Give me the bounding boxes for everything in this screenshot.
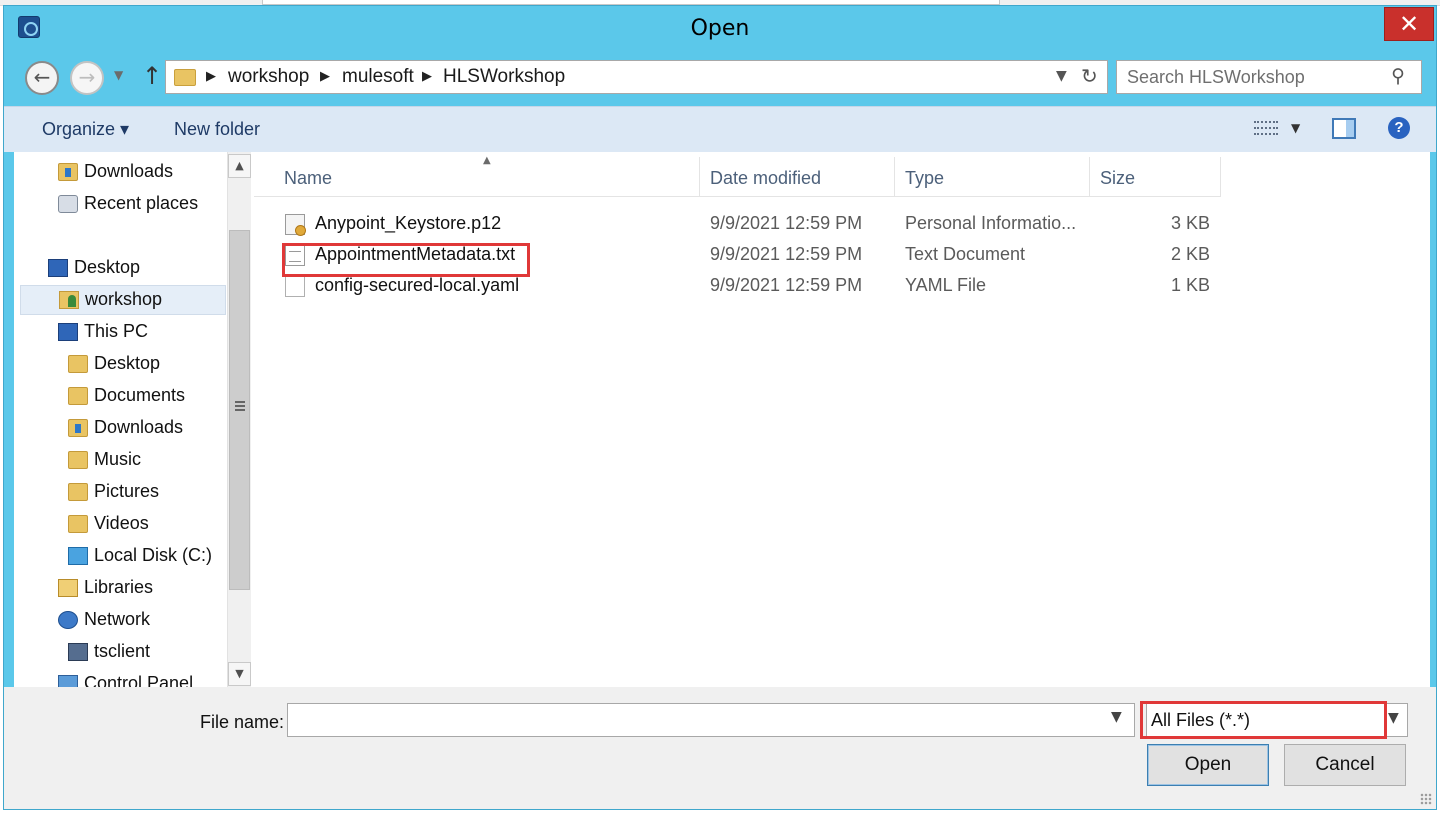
file-name-label: File name: xyxy=(200,712,285,732)
file-type: YAML File xyxy=(905,275,987,295)
desktop-icon xyxy=(48,259,68,277)
file-date: 9/9/2021 12:59 PM xyxy=(710,213,863,233)
nav-item-control-panel[interactable]: Control Panel xyxy=(54,670,224,687)
folder-icon xyxy=(68,355,88,373)
breadcrumb-workshop[interactable]: workshop xyxy=(228,66,309,88)
nav-item-this-pc[interactable]: This PC xyxy=(54,318,224,348)
column-headers: ▲ Name Date modified Type Size xyxy=(254,155,1221,197)
forward-button[interactable]: → xyxy=(70,61,104,95)
cancel-button[interactable]: Cancel xyxy=(1284,744,1406,786)
breadcrumb-separator-icon[interactable]: ▶ xyxy=(320,69,330,84)
search-placeholder: Search HLSWorkshop xyxy=(1127,67,1305,87)
downloads-folder-icon xyxy=(58,163,78,181)
nav-item-workshop[interactable]: workshop xyxy=(20,285,226,315)
view-options-icon[interactable] xyxy=(1254,118,1278,140)
column-header-size[interactable]: Size xyxy=(1090,157,1221,197)
folder-icon xyxy=(174,69,196,86)
yaml-file-icon xyxy=(285,276,305,297)
nav-item-pictures[interactable]: Pictures xyxy=(64,478,224,508)
nav-item-desktop[interactable]: Desktop xyxy=(64,350,224,380)
computer-icon xyxy=(58,323,78,341)
open-dialog: Open ✕ ← → ▼ ↑ ▶ workshop ▶ mulesoft ▶ H… xyxy=(3,5,1437,810)
control-panel-icon xyxy=(58,675,78,687)
highlight-box-filename xyxy=(282,243,530,277)
nav-item-documents[interactable]: Documents xyxy=(64,382,224,412)
libraries-icon xyxy=(58,579,78,597)
nav-item-local-disk[interactable]: Local Disk (C:) xyxy=(64,542,224,572)
view-dropdown-icon[interactable]: ▼ xyxy=(1291,121,1300,135)
file-date: 9/9/2021 12:59 PM xyxy=(710,244,863,264)
videos-folder-icon xyxy=(68,515,88,533)
open-button[interactable]: Open xyxy=(1147,744,1269,786)
nav-item-network[interactable]: Network xyxy=(54,606,224,636)
highlight-box-filetype xyxy=(1140,701,1387,739)
nav-item-libraries[interactable]: Libraries xyxy=(54,574,224,604)
file-row[interactable]: Anypoint_Keystore.p12 9/9/2021 12:59 PM … xyxy=(254,209,1221,239)
column-header-date[interactable]: Date modified xyxy=(700,157,895,197)
content-area: Downloads Recent places Desktop workshop… xyxy=(14,152,1430,687)
nav-scrollbar[interactable]: ▲ ▼ xyxy=(227,152,251,687)
nav-item-music[interactable]: Music xyxy=(64,446,224,476)
nav-item-tsclient[interactable]: tsclient xyxy=(64,638,224,668)
up-button[interactable]: ↑ xyxy=(142,62,162,90)
user-folder-icon xyxy=(59,291,79,309)
file-name: Anypoint_Keystore.p12 xyxy=(315,213,502,233)
file-list: ▲ Name Date modified Type Size Anypoint_… xyxy=(254,152,1430,687)
address-dropdown-icon[interactable]: ▼ xyxy=(1056,68,1067,84)
nav-item-desktop-root[interactable]: Desktop xyxy=(44,254,224,284)
help-icon[interactable]: ? xyxy=(1388,117,1410,139)
recent-places-icon xyxy=(58,195,78,213)
tsclient-icon xyxy=(68,643,88,661)
network-icon xyxy=(58,611,78,629)
file-size: 2 KB xyxy=(1170,244,1210,264)
file-name-dropdown-icon[interactable]: ▼ xyxy=(1111,709,1122,725)
folder-icon xyxy=(68,387,88,405)
title-bar: Open ✕ xyxy=(4,6,1436,48)
music-folder-icon xyxy=(68,451,88,469)
file-type: Text Document xyxy=(905,244,1026,264)
file-date: 9/9/2021 12:59 PM xyxy=(710,275,863,295)
address-bar[interactable]: ▶ workshop ▶ mulesoft ▶ HLSWorkshop ▼ ↻ xyxy=(165,60,1108,94)
preview-pane-icon[interactable] xyxy=(1332,118,1356,139)
breadcrumb-separator-icon[interactable]: ▶ xyxy=(422,69,432,84)
search-input[interactable]: Search HLSWorkshop ⚲ xyxy=(1116,60,1422,94)
breadcrumb-hlsworkshop[interactable]: HLSWorkshop xyxy=(443,66,565,88)
nav-item-downloads-quick[interactable]: Downloads xyxy=(54,158,224,188)
file-name: config-secured-local.yaml xyxy=(315,275,520,295)
column-header-name[interactable]: Name xyxy=(254,157,700,197)
command-toolbar: Organize ▾ New folder ▼ ? xyxy=(4,106,1436,152)
resize-grip-icon[interactable] xyxy=(1420,793,1432,805)
address-row: ← → ▼ ↑ ▶ workshop ▶ mulesoft ▶ HLSWorks… xyxy=(4,48,1436,106)
grip-icon xyxy=(235,401,245,411)
close-button[interactable]: ✕ xyxy=(1384,7,1434,41)
file-size: 1 KB xyxy=(1170,275,1210,295)
window-title: Open xyxy=(690,16,750,41)
certificate-file-icon xyxy=(285,214,306,236)
scroll-up-icon[interactable]: ▲ xyxy=(228,154,251,178)
search-icon[interactable]: ⚲ xyxy=(1391,65,1405,87)
pictures-folder-icon xyxy=(68,483,88,501)
scroll-down-icon[interactable]: ▼ xyxy=(228,662,251,686)
nav-item-recent-places[interactable]: Recent places xyxy=(54,190,224,220)
file-type-dropdown-icon[interactable]: ▼ xyxy=(1388,710,1399,726)
refresh-icon[interactable]: ↻ xyxy=(1081,64,1098,88)
scroll-thumb[interactable] xyxy=(229,230,250,590)
bottom-bar: File name: ▼ All Files (*.*) ▼ Open Canc… xyxy=(4,687,1436,809)
file-type: Personal Informatio... xyxy=(905,213,1077,233)
breadcrumb-mulesoft[interactable]: mulesoft xyxy=(342,66,414,88)
organize-button[interactable]: Organize ▾ xyxy=(42,119,129,140)
column-header-type[interactable]: Type xyxy=(895,157,1090,197)
disk-icon xyxy=(68,547,88,565)
file-name-input[interactable]: ▼ xyxy=(287,703,1135,737)
nav-item-downloads[interactable]: Downloads xyxy=(64,414,224,444)
breadcrumb-separator-icon[interactable]: ▶ xyxy=(206,69,216,84)
downloads-folder-icon xyxy=(68,419,88,437)
nav-item-videos[interactable]: Videos xyxy=(64,510,224,540)
file-size: 3 KB xyxy=(1170,213,1210,233)
back-button[interactable]: ← xyxy=(25,61,59,95)
new-folder-button[interactable]: New folder xyxy=(174,119,260,140)
recent-locations-dropdown[interactable]: ▼ xyxy=(114,68,123,82)
navigation-pane: Downloads Recent places Desktop workshop… xyxy=(14,152,251,687)
